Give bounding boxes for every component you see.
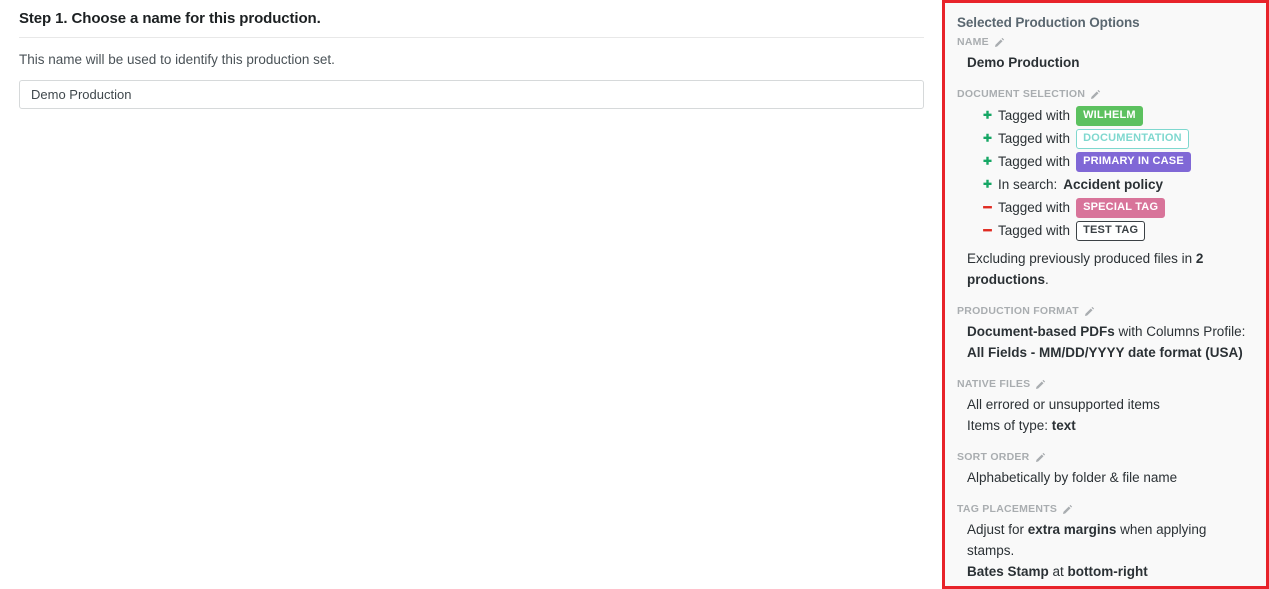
format-connector: with Columns Profile: (1114, 324, 1246, 339)
section-label-native-files: NATIVE FILES (957, 376, 1252, 392)
native-files-line-2: Items of type: text (967, 415, 1248, 436)
criteria-prefix: In search: (998, 177, 1058, 192)
section-native-files: NATIVE FILES All errored or unsupported … (955, 376, 1252, 436)
criteria-row: Tagged with PRIMARY IN CASE (981, 150, 1252, 173)
plus-icon (981, 156, 994, 167)
section-label-name: NAME (957, 34, 1252, 50)
plus-icon (981, 179, 994, 190)
margins-value: extra margins (1027, 522, 1117, 537)
bates-stamp-line: Bates Stamp at bottom-right (967, 561, 1248, 582)
page-title: Step 1. Choose a name for this productio… (19, 10, 321, 27)
edit-tag-placements-pencil-icon[interactable] (1062, 504, 1073, 515)
native-files-type-value: text (1051, 418, 1076, 433)
format-profile: All Fields - MM/DD/YYYY date format (USA… (967, 345, 1243, 360)
tag-badge: TEST TAG (1076, 220, 1146, 241)
section-label-sort-order-text: SORT ORDER (957, 451, 1030, 463)
section-label-production-format-text: PRODUCTION FORMAT (957, 305, 1079, 317)
section-tag-placements: TAG PLACEMENTS Adjust for extra margins … (955, 501, 1252, 582)
criteria-row: Tagged with WILHELM (981, 104, 1252, 127)
section-value-tag-placements: Adjust for extra margins when applying s… (967, 519, 1252, 582)
section-name: NAME Demo Production (955, 34, 1252, 73)
excluding-prefix: Excluding previously produced files in (967, 251, 1193, 266)
native-files-type-label: Items of type: (967, 418, 1052, 433)
tag-badge: PRIMARY IN CASE (1076, 151, 1191, 172)
bates-stamp-position: bottom-right (1067, 564, 1148, 579)
title-divider (19, 37, 924, 38)
criteria-row: Tagged with SPECIAL TAG (981, 196, 1252, 219)
excluding-productions-note: Excluding previously produced files in 2… (967, 248, 1252, 290)
margins-prefix: Adjust for (967, 522, 1028, 537)
minus-icon (981, 225, 994, 236)
plus-icon (981, 133, 994, 144)
criteria-prefix: Tagged with (998, 131, 1071, 146)
edit-native-files-pencil-icon[interactable] (1035, 379, 1046, 390)
section-label-tag-placements: TAG PLACEMENTS (957, 501, 1252, 517)
plus-icon (981, 110, 994, 121)
tag-badge: WILHELM (1076, 105, 1143, 126)
section-production-format: PRODUCTION FORMAT Document-based PDFs wi… (955, 303, 1252, 363)
section-sort-order: SORT ORDER Alphabetically by folder & fi… (955, 449, 1252, 488)
panel-title: Selected Production Options (957, 15, 1140, 30)
section-value-name: Demo Production (967, 52, 1252, 73)
section-value-native-files: All errored or unsupported items Items o… (967, 394, 1252, 436)
section-label-name-text: NAME (957, 36, 989, 48)
step-pane: Step 1. Choose a name for this productio… (0, 0, 942, 589)
production-name-value: Demo Production (967, 55, 1080, 70)
criteria-row: In search: Accident policy (981, 173, 1252, 196)
tag-placement-margins-line: Adjust for extra margins when applying s… (967, 519, 1248, 561)
criteria-search-term: Accident policy (1063, 177, 1164, 192)
criteria-row: Tagged with TEST TAG (981, 219, 1252, 242)
section-label-tag-placements-text: TAG PLACEMENTS (957, 503, 1058, 515)
criteria-row: Tagged with DOCUMENTATION (981, 127, 1252, 150)
criteria-prefix: Tagged with (998, 223, 1071, 238)
minus-icon (981, 202, 994, 213)
tag-badge: SPECIAL TAG (1076, 197, 1166, 218)
section-value-sort-order: Alphabetically by folder & file name (967, 470, 1178, 485)
section-label-document-selection-text: DOCUMENT SELECTION (957, 88, 1086, 100)
edit-document-selection-pencil-icon[interactable] (1090, 89, 1101, 100)
section-label-production-format: PRODUCTION FORMAT (957, 303, 1252, 319)
bates-stamp-label: Bates Stamp (967, 564, 1049, 579)
section-label-sort-order: SORT ORDER (957, 449, 1252, 465)
section-label-document-selection: DOCUMENT SELECTION (957, 86, 1252, 102)
criteria-prefix: Tagged with (998, 154, 1071, 169)
criteria-prefix: Tagged with (998, 108, 1071, 123)
section-value-production-format: Document-based PDFs with Columns Profile… (967, 321, 1252, 363)
native-files-line-1: All errored or unsupported items (967, 397, 1160, 412)
format-type: Document-based PDFs (967, 324, 1115, 339)
edit-sort-order-pencil-icon[interactable] (1035, 452, 1046, 463)
section-document-selection: DOCUMENT SELECTION Tagged with WILHELM T… (955, 86, 1252, 290)
production-name-input[interactable] (19, 80, 924, 109)
excluding-suffix: productions (967, 272, 1045, 287)
edit-production-format-pencil-icon[interactable] (1084, 306, 1095, 317)
criteria-prefix: Tagged with (998, 200, 1071, 215)
excluding-period: . (1045, 272, 1049, 287)
bates-stamp-connector: at (1048, 564, 1068, 579)
excluding-count: 2 (1195, 251, 1204, 266)
tag-badge: DOCUMENTATION (1076, 128, 1189, 149)
edit-name-pencil-icon[interactable] (994, 37, 1005, 48)
selected-production-options-panel: Selected Production Options NAME Demo Pr… (942, 0, 1269, 589)
section-label-native-files-text: NATIVE FILES (957, 378, 1031, 390)
step-help-text: This name will be used to identify this … (19, 52, 335, 67)
production-wizard-screen: Step 1. Choose a name for this productio… (0, 0, 1269, 589)
